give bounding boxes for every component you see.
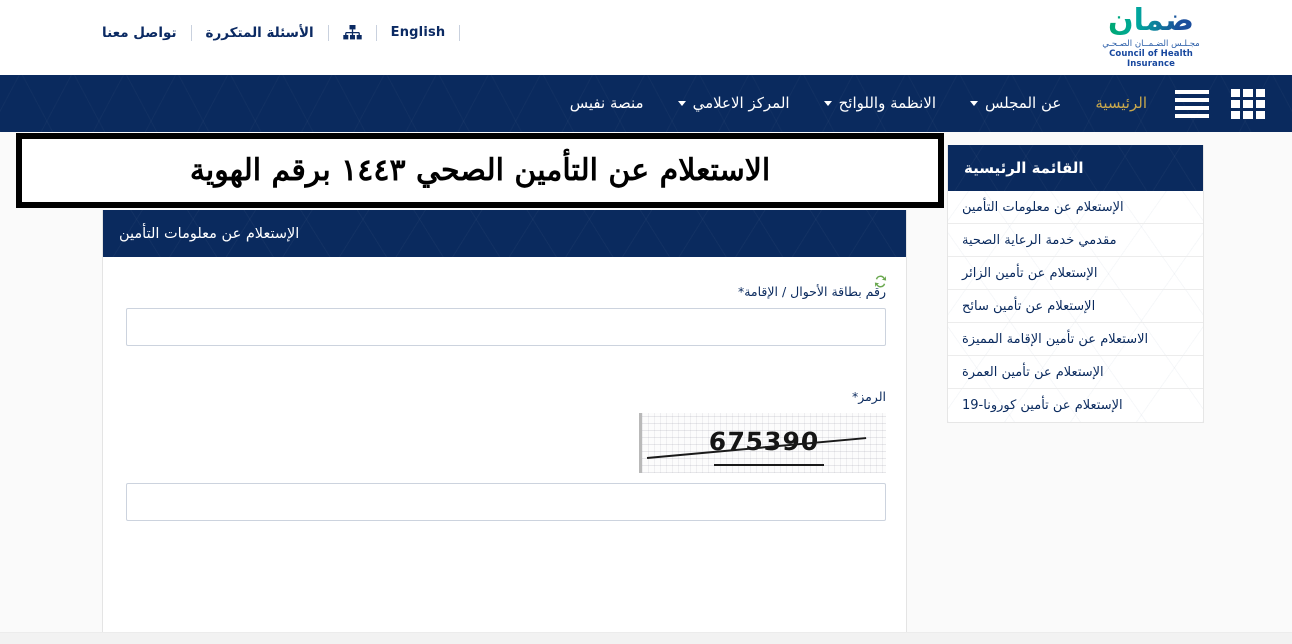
divider: [327, 25, 329, 41]
id-field-label: رقم بطاقة الأحوال / الإقامة*: [737, 284, 886, 299]
nav-item-label: المركز الاعلامي: [692, 94, 790, 112]
divider: [375, 25, 377, 41]
site-logo[interactable]: ضمان مجـلـس الضـمــان الصـحـي Council of…: [1089, 6, 1213, 70]
nav-item-nafees-platform[interactable]: منصة نفيس: [553, 75, 661, 132]
top-link-faq[interactable]: الأسئلة المتكررة: [192, 20, 328, 46]
hamburger-menu-icon[interactable]: [1175, 89, 1209, 118]
captcha-field-label: الرمز*: [851, 389, 886, 404]
logo-arabic-subtitle: مجـلـس الضـمــان الصـحـي: [1102, 39, 1200, 49]
captcha-image: 675390: [639, 413, 886, 473]
overlay-title-text: الاستعلام عن التأمين الصحي ١٤٤٣ برقم اله…: [189, 153, 771, 188]
top-link-contact-us[interactable]: تواصل معنا: [88, 20, 191, 46]
main-menu-sidebar: القائمة الرئيسية الإستعلام عن معلومات ال…: [947, 145, 1204, 423]
sidebar-item-insurance-info[interactable]: الإستعلام عن معلومات التأمين: [948, 191, 1203, 224]
content-area: القائمة الرئيسية الإستعلام عن معلومات ال…: [0, 132, 1292, 644]
sidebar-item-tourist-insurance[interactable]: الإستعلام عن تأمين سائح: [948, 290, 1203, 323]
chevron-down-icon: [970, 101, 978, 106]
insurance-inquiry-card: الإستعلام عن معلومات التأمين رقم بطاقة ا…: [102, 210, 907, 644]
logo-english-subtitle: Council of Health Insurance: [1109, 49, 1193, 69]
logo-wordmark: ضمان: [1089, 6, 1213, 36]
id-number-input[interactable]: [126, 308, 886, 346]
sidebar-item-umrah-insurance[interactable]: الإستعلام عن تأمين العمرة: [948, 356, 1203, 389]
page-root: تواصل معنا الأسئلة المتكررة English ضمان…: [0, 0, 1292, 644]
captcha-input[interactable]: [126, 483, 886, 521]
chevron-down-icon: [677, 101, 686, 106]
top-utility-links: تواصل معنا الأسئلة المتكررة English: [88, 20, 461, 46]
main-navigation-bar: الرئيسية عن المجلس الانظمة واللوائح المر…: [0, 75, 1292, 132]
main-navigation-items: الرئيسية عن المجلس الانظمة واللوائح المر…: [553, 75, 1292, 132]
nav-item-label: عن المجلس: [985, 94, 1062, 112]
nav-item-home[interactable]: الرئيسية: [1078, 75, 1164, 132]
sidebar-item-visitor-insurance[interactable]: الإستعلام عن تأمين الزائر: [948, 257, 1203, 290]
overlay-title-banner: الاستعلام عن التأمين الصحي ١٤٤٣ برقم اله…: [16, 133, 944, 208]
sidebar-item-premium-residency-insurance[interactable]: الاستعلام عن تأمين الإقامة المميزة: [948, 323, 1203, 356]
sidebar-item-corona-insurance[interactable]: الإستعلام عن تأمين كورونا-19: [948, 389, 1203, 422]
top-link-language-english[interactable]: English: [377, 20, 460, 46]
captcha-input-wrap: [123, 483, 886, 521]
grid-apps-icon[interactable]: [1231, 88, 1265, 119]
card-body: رقم بطاقة الأحوال / الإقامة* الرمز* 6753…: [103, 257, 906, 521]
nav-item-label: الانظمة واللوائح: [838, 94, 936, 112]
nav-item-media-center[interactable]: المركز الاعلامي: [661, 75, 807, 132]
captcha-image-text: 675390: [708, 427, 820, 456]
captcha-row: 675390: [126, 275, 887, 473]
footer-strip: [0, 632, 1292, 644]
top-utility-bar: تواصل معنا الأسئلة المتكررة English ضمان…: [0, 0, 1292, 75]
sitemap-icon[interactable]: [329, 25, 376, 41]
divider: [459, 25, 461, 41]
divider: [190, 25, 192, 41]
sidebar-title-label: القائمة الرئيسية: [964, 159, 1084, 177]
card-title: الإستعلام عن معلومات التأمين: [103, 210, 906, 257]
sidebar-title: القائمة الرئيسية: [948, 145, 1203, 191]
refresh-captcha-icon[interactable]: [873, 274, 888, 289]
nav-item-label: منصة نفيس: [569, 94, 644, 112]
sidebar-items-list: الإستعلام عن معلومات التأمين مقدمي خدمة …: [948, 191, 1203, 422]
nav-item-about-council[interactable]: عن المجلس: [953, 75, 1078, 132]
card-title-label: الإستعلام عن معلومات التأمين: [119, 225, 300, 242]
sidebar-item-healthcare-providers[interactable]: مقدمي خدمة الرعاية الصحية: [948, 224, 1203, 257]
nav-item-label: الرئيسية: [1095, 94, 1147, 112]
nav-item-regulations[interactable]: الانظمة واللوائح: [807, 75, 953, 132]
captcha-noise-line: [714, 464, 824, 466]
chevron-down-icon: [823, 101, 832, 106]
